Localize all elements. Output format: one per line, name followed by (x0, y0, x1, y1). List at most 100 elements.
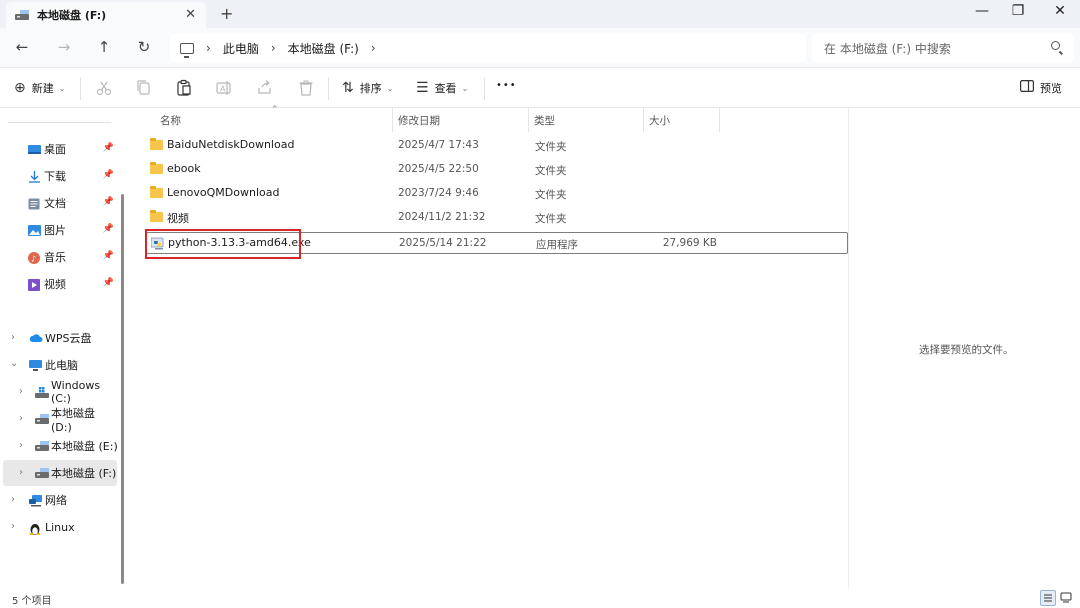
pin-icon[interactable]: 📌 (103, 143, 114, 153)
minimize-button[interactable]: — (962, 3, 1002, 19)
column-divider[interactable] (719, 108, 720, 132)
sidebar-divider (8, 122, 111, 123)
delete-icon[interactable] (296, 78, 316, 98)
forward-button[interactable]: → (54, 38, 74, 56)
title-bar: 本地磁盘 (F:) ✕ + — ❐ ✕ (0, 0, 1080, 28)
toolbar-divider (484, 78, 485, 100)
sidebar-item-network[interactable]: › 网络 (0, 487, 118, 513)
folder-icon (150, 210, 163, 222)
column-header-size[interactable]: 大小 (649, 108, 670, 132)
more-options-button[interactable]: ••• (496, 80, 517, 91)
sidebar-scrollbar[interactable] (121, 194, 124, 584)
file-date: 2023/7/24 9:46 (398, 187, 479, 199)
column-divider[interactable] (392, 108, 393, 132)
chevron-right-icon[interactable]: › (19, 413, 23, 424)
chevron-down-icon: ⌄ (58, 83, 66, 93)
search-box[interactable]: 在 本地磁盘 (F:) 中搜索 (812, 34, 1074, 62)
sidebar-item-linux[interactable]: › Linux (0, 514, 118, 540)
cut-icon[interactable] (94, 78, 114, 98)
sidebar-item-label: 音乐 (44, 251, 66, 264)
search-input[interactable]: 在 本地磁盘 (F:) 中搜索 (824, 40, 951, 57)
folder-icon (150, 162, 163, 174)
pin-icon[interactable]: 📌 (103, 224, 114, 234)
sidebar-item-pictures[interactable]: 图片 📌 (0, 217, 118, 243)
back-button[interactable]: ← (12, 38, 32, 56)
sidebar-item-downloads[interactable]: 下载 📌 (0, 163, 118, 189)
plus-circle-icon: ⊕ (14, 80, 26, 96)
status-bar: 5 个项目 (0, 588, 1080, 608)
address-bar[interactable]: › 此电脑 › 本地磁盘 (F:) › (170, 34, 806, 62)
chevron-right-icon[interactable]: › (11, 494, 15, 505)
sidebar-item-label: 桌面 (44, 143, 66, 156)
tab-title: 本地磁盘 (F:) (37, 9, 107, 22)
drive-icon (35, 440, 49, 452)
preview-pane-button[interactable]: 预览 (1020, 80, 1062, 96)
close-window-button[interactable]: ✕ (1040, 3, 1080, 19)
up-button[interactable]: ↑ (94, 38, 114, 56)
sidebar-item-wps-cloud[interactable]: › WPS云盘 (0, 325, 118, 351)
column-header-name[interactable]: 名称 (160, 108, 181, 132)
details-view-button[interactable] (1040, 590, 1056, 606)
view-label: 查看 (434, 82, 457, 95)
table-row[interactable]: BaiduNetdiskDownload 2025/4/7 17:43 文件夹 (146, 135, 848, 157)
sidebar-item-music[interactable]: ♪ 音乐 📌 (0, 244, 118, 270)
item-count: 5 个项目 (12, 596, 52, 607)
table-row[interactable]: LenovoQMDownload 2023/7/24 9:46 文件夹 (146, 183, 848, 205)
pin-icon[interactable]: 📌 (103, 278, 114, 288)
chevron-right-icon[interactable]: › (19, 386, 23, 397)
sidebar-item-label: 此电脑 (45, 359, 78, 372)
column-header-date[interactable]: 修改日期 (398, 108, 440, 132)
sidebar-item-drive-e[interactable]: › 本地磁盘 (E:) (0, 433, 118, 459)
breadcrumb-local-disk-f[interactable]: 本地磁盘 (F:) (288, 40, 359, 57)
chevron-down-icon[interactable]: ⌄ (10, 358, 18, 369)
sidebar-item-this-pc[interactable]: ⌄ 此电脑 (0, 352, 118, 378)
sidebar-item-drive-c[interactable]: › Windows (C:) (0, 379, 118, 405)
file-name: 视频 (167, 212, 189, 225)
address-row: ← → ↑ ↻ › 此电脑 › 本地磁盘 (F:) › 在 本地磁盘 (F:) … (0, 28, 1080, 68)
download-icon (28, 170, 41, 183)
chevron-right-icon[interactable]: › (371, 41, 376, 55)
copy-icon[interactable] (134, 78, 154, 98)
sort-button[interactable]: ⇅ 排序 ⌄ (342, 80, 393, 96)
chevron-right-icon[interactable]: › (271, 41, 276, 55)
chevron-right-icon[interactable]: › (11, 521, 15, 532)
refresh-button[interactable]: ↻ (134, 38, 154, 56)
pin-icon[interactable]: 📌 (103, 197, 114, 207)
chevron-right-icon[interactable]: › (19, 467, 23, 478)
column-header-type[interactable]: 类型 (534, 108, 555, 132)
toolbar-divider (80, 78, 81, 100)
share-icon[interactable] (255, 78, 275, 98)
sidebar-item-label: 文档 (44, 197, 66, 210)
chevron-right-icon[interactable]: › (19, 440, 23, 451)
chevron-right-icon[interactable]: › (11, 332, 15, 343)
toolbar-divider (328, 78, 329, 100)
search-icon (1051, 41, 1060, 50)
breadcrumb-this-pc[interactable]: 此电脑 (223, 40, 259, 57)
pin-icon[interactable]: 📌 (103, 251, 114, 261)
column-divider[interactable] (528, 108, 529, 132)
sidebar-item-desktop[interactable]: 桌面 📌 (0, 136, 118, 162)
sidebar-item-drive-d[interactable]: › 本地磁盘 (D:) (0, 406, 118, 434)
table-row[interactable]: ebook 2025/4/5 22:50 文件夹 (146, 159, 848, 181)
file-list: ⌃ 名称 修改日期 类型 大小 BaiduNetdiskDownload 202… (132, 105, 848, 588)
pin-icon[interactable]: 📌 (103, 170, 114, 180)
chevron-right-icon[interactable]: › (206, 41, 211, 55)
new-tab-button[interactable]: + (220, 4, 233, 23)
maximize-button[interactable]: ❐ (998, 3, 1038, 19)
paste-icon[interactable] (174, 78, 194, 98)
sidebar-item-videos[interactable]: 视频 📌 (0, 271, 118, 297)
sidebar-item-label: 本地磁盘 (F:) (51, 467, 117, 480)
table-row[interactable]: 视频 2024/11/2 21:32 文件夹 (146, 207, 848, 229)
tiles-view-button[interactable] (1059, 590, 1075, 606)
tab-local-disk-f[interactable]: 本地磁盘 (F:) ✕ (6, 2, 206, 28)
rename-icon[interactable]: A (214, 78, 234, 98)
sidebar-item-drive-f[interactable]: › 本地磁盘 (F:) (3, 460, 117, 486)
view-button[interactable]: ☰ 查看 ⌄ (416, 80, 468, 96)
file-size: 27,969 KB (662, 237, 717, 249)
new-button[interactable]: ⊕ 新建 ⌄ (14, 80, 65, 96)
drive-icon (35, 467, 49, 479)
column-divider[interactable] (643, 108, 644, 132)
sidebar-item-documents[interactable]: 文档 📌 (0, 190, 118, 216)
sidebar-item-label: 视频 (44, 278, 66, 291)
tab-close-icon[interactable]: ✕ (185, 7, 196, 22)
